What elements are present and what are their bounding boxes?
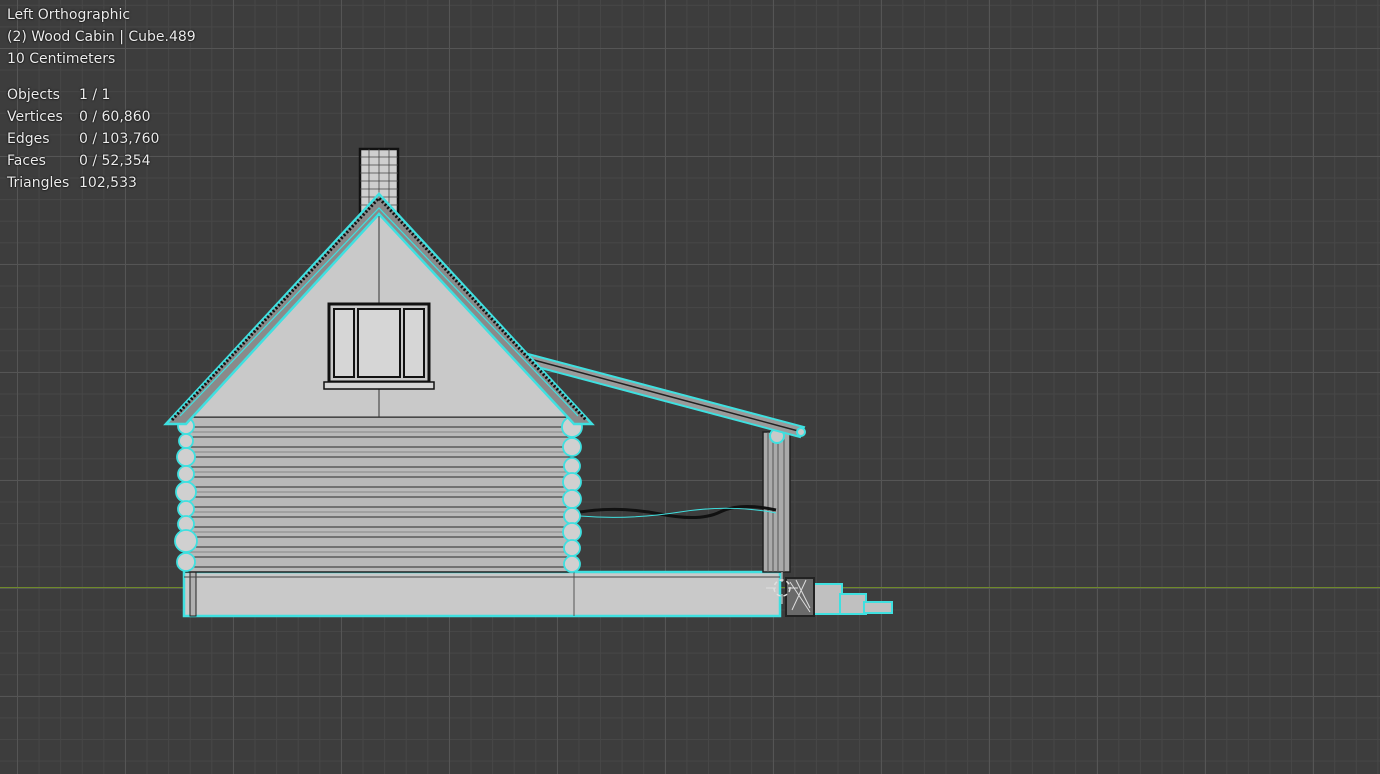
view-name: Left Orthographic bbox=[7, 7, 131, 23]
stat-label: Triangles bbox=[7, 175, 70, 191]
porch-post bbox=[762, 428, 791, 573]
log-ends-right bbox=[561, 416, 583, 573]
3d-viewport[interactable]: Left Orthographic (2) Wood Cabin | Cube.… bbox=[0, 0, 1380, 774]
stat-label: Objects bbox=[7, 87, 60, 103]
log-ends-left bbox=[174, 417, 198, 572]
stat-objects: Objects 1 / 1 bbox=[7, 84, 196, 106]
viewport-info-overlay: Left Orthographic (2) Wood Cabin | Cube.… bbox=[7, 4, 196, 194]
stat-value: 0 / 52,354 bbox=[79, 153, 151, 169]
stat-value: 0 / 60,860 bbox=[79, 109, 151, 125]
collection-object-label: (2) Wood Cabin | Cube.489 bbox=[7, 29, 196, 45]
stat-value: 1 / 1 bbox=[79, 87, 111, 103]
grid-scale-label: 10 Centimeters bbox=[7, 51, 116, 67]
stat-vertices: Vertices 0 / 60,860 bbox=[7, 106, 196, 128]
stat-faces: Faces 0 / 52,354 bbox=[7, 150, 196, 172]
stat-edges: Edges 0 / 103,760 bbox=[7, 128, 196, 150]
stat-label: Vertices bbox=[7, 109, 63, 125]
cabin-wireframe-model[interactable] bbox=[0, 0, 1380, 774]
stat-label: Edges bbox=[7, 131, 50, 147]
porch-railing bbox=[579, 505, 777, 519]
stat-triangles: Triangles 102,533 bbox=[7, 172, 196, 194]
cabin-foundation bbox=[182, 570, 782, 618]
stat-value: 102,533 bbox=[79, 175, 137, 191]
stat-label: Faces bbox=[7, 153, 46, 169]
porch-steps bbox=[785, 577, 893, 617]
log-wall bbox=[185, 416, 575, 573]
gable-window bbox=[323, 302, 435, 390]
stat-value: 0 / 103,760 bbox=[79, 131, 160, 147]
